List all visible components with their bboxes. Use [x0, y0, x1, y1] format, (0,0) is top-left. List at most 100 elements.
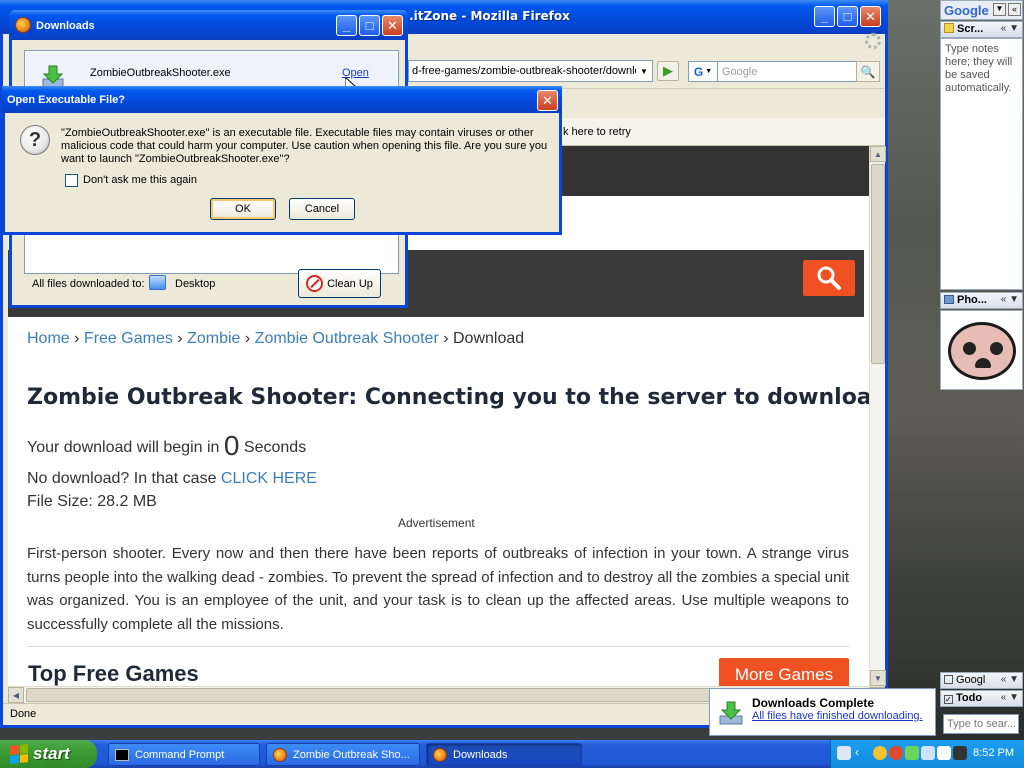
- todo-title: Todo: [956, 692, 983, 704]
- network-icon[interactable]: [921, 746, 935, 760]
- dialog-message: "ZombieOutbreakShooter.exe" is an execut…: [61, 127, 548, 165]
- close-button[interactable]: ✕: [537, 90, 558, 111]
- google-tray-icon[interactable]: [905, 746, 919, 760]
- clean-up-button[interactable]: Clean Up: [298, 269, 381, 298]
- gadget-controls-icon[interactable]: « ▼: [1001, 692, 1019, 703]
- face-eye: [990, 342, 1003, 355]
- breadcrumb-free-games[interactable]: Free Games: [84, 330, 173, 347]
- toast-link[interactable]: All files have finished downloading.: [752, 710, 923, 722]
- ok-button[interactable]: OK: [210, 198, 276, 220]
- page-title: Zombie Outbreak Shooter: Connecting you …: [27, 385, 869, 410]
- command-prompt-icon: [115, 748, 129, 761]
- maximize-button[interactable]: □: [837, 6, 858, 27]
- maximize-button[interactable]: □: [359, 15, 380, 36]
- divider: [27, 646, 849, 647]
- downloads-titlebar[interactable]: Downloads _ □ ✕: [9, 10, 408, 40]
- scroll-up-icon[interactable]: ▲: [870, 146, 886, 162]
- taskbar: start Command Prompt Zombie Outbreak Sho…: [0, 740, 1024, 768]
- firefox-icon: [273, 747, 287, 762]
- google-gadget-title: Googl: [956, 674, 986, 686]
- scroll-thumb[interactable]: [871, 164, 885, 364]
- chevron-left-icon[interactable]: ‹: [855, 745, 859, 759]
- chevron-down-icon[interactable]: ▼: [636, 61, 652, 81]
- dialog-titlebar[interactable]: Open Executable File? ✕: [2, 86, 562, 113]
- search-button[interactable]: 🔍: [856, 61, 880, 82]
- system-tray: ‹ 8:52 PM: [830, 740, 1024, 768]
- firefox-title: ...itZone - Mozilla Firefox: [400, 9, 570, 23]
- no-download-line: No download? In that case CLICK HERE: [27, 470, 317, 488]
- breadcrumb-separator: ›: [74, 330, 80, 347]
- sidebar-collapse-icon[interactable]: «: [1008, 3, 1021, 16]
- downloads-complete-toast[interactable]: Downloads Complete All files have finish…: [709, 688, 936, 736]
- gadget-controls-icon[interactable]: « ▼: [1001, 23, 1019, 34]
- go-button[interactable]: ▶: [657, 61, 679, 81]
- task-downloads[interactable]: Downloads: [426, 743, 582, 766]
- photos-header[interactable]: Pho... « ▼: [940, 292, 1023, 309]
- start-label: start: [33, 744, 70, 763]
- file-size: File Size: 28.2 MB: [27, 493, 157, 510]
- url-bar[interactable]: d-free-games/zombie-outbreak-shooter/dow…: [408, 60, 653, 82]
- click-here-link[interactable]: CLICK HERE: [221, 470, 317, 487]
- scratch-pad-notes[interactable]: Type notes here; they will be saved auto…: [945, 43, 1020, 95]
- download-filename: ZombieOutbreakShooter.exe: [90, 67, 231, 79]
- top-games-heading: Top Free Games: [28, 661, 199, 686]
- breadcrumb-zombie[interactable]: Zombie: [187, 330, 240, 347]
- cancel-button[interactable]: Cancel: [289, 198, 355, 220]
- start-button[interactable]: start: [0, 740, 97, 768]
- crying-face-photo: [948, 322, 1016, 380]
- minimize-button[interactable]: _: [336, 15, 357, 36]
- task-label: Zombie Outbreak Sho...: [293, 748, 410, 761]
- breadcrumb-separator: ›: [244, 330, 251, 347]
- checkbox-icon: ✓: [944, 695, 953, 704]
- close-button[interactable]: ✕: [860, 6, 881, 27]
- todo-header[interactable]: ✓ Todo « ▼: [940, 690, 1023, 707]
- dont-ask-label[interactable]: Don't ask me this again: [83, 174, 197, 186]
- task-firefox[interactable]: Zombie Outbreak Sho...: [266, 743, 420, 766]
- task-command-prompt[interactable]: Command Prompt: [108, 743, 260, 766]
- gadget-controls-icon[interactable]: « ▼: [1001, 674, 1019, 685]
- download-arrow-icon: [42, 65, 64, 88]
- minimize-button[interactable]: _: [814, 6, 835, 27]
- windows-logo-icon: [10, 744, 28, 764]
- volume-icon[interactable]: [937, 746, 951, 760]
- more-games-button[interactable]: More Games: [719, 658, 849, 686]
- dialog-title: Open Executable File?: [7, 94, 125, 106]
- open-executable-dialog: Open Executable File? ✕ ? "ZombieOutbrea…: [2, 86, 562, 235]
- firefox-icon: [15, 17, 31, 33]
- search-engine-selector[interactable]: G ▼: [688, 61, 718, 82]
- downloads-destination[interactable]: Desktop: [175, 278, 215, 290]
- google-gadget-header[interactable]: Googl « ▼: [940, 672, 1023, 689]
- breadcrumb-home[interactable]: Home: [27, 330, 70, 347]
- downloads-title: Downloads: [36, 20, 95, 32]
- breadcrumb-game[interactable]: Zombie Outbreak Shooter: [255, 330, 439, 347]
- breadcrumb-separator: ›: [177, 330, 183, 347]
- vertical-scrollbar[interactable]: ▲ ▼: [869, 146, 886, 686]
- keyboard-icon[interactable]: [837, 746, 851, 760]
- search-input[interactable]: Google: [717, 61, 857, 82]
- countdown-prefix: Your download will begin in: [27, 439, 220, 456]
- download-countdown-line: Your download will begin in 0 Seconds: [27, 430, 306, 462]
- display-icon[interactable]: [953, 746, 967, 760]
- task-label: Command Prompt: [135, 748, 225, 761]
- messenger-icon[interactable]: [873, 746, 887, 760]
- scratch-pad-header[interactable]: Scr... « ▼: [940, 21, 1023, 38]
- sidebar-menu-icon[interactable]: ▼: [993, 3, 1006, 16]
- google-icon: G: [693, 64, 704, 79]
- todo-input[interactable]: Type to sear...: [943, 714, 1019, 734]
- dont-ask-checkbox[interactable]: [65, 174, 78, 187]
- retry-text[interactable]: k here to retry: [563, 126, 631, 138]
- sidebar-header: Google ▼ «: [940, 0, 1023, 20]
- gadget-controls-icon[interactable]: « ▼: [1001, 294, 1019, 305]
- site-search-button[interactable]: [803, 260, 855, 296]
- question-icon: ?: [20, 125, 50, 155]
- scroll-down-icon[interactable]: ▼: [870, 670, 886, 686]
- toast-title: Downloads Complete: [752, 696, 875, 710]
- desktop-icon: [149, 275, 166, 290]
- firefox-icon: [433, 747, 447, 762]
- scroll-left-icon[interactable]: ◀: [8, 687, 24, 703]
- search-icon: [817, 266, 841, 290]
- no-entry-icon: [306, 275, 324, 292]
- game-description: First-person shooter. Every now and then…: [27, 545, 849, 633]
- firefox-tray-icon[interactable]: [889, 746, 903, 760]
- close-button[interactable]: ✕: [382, 15, 403, 36]
